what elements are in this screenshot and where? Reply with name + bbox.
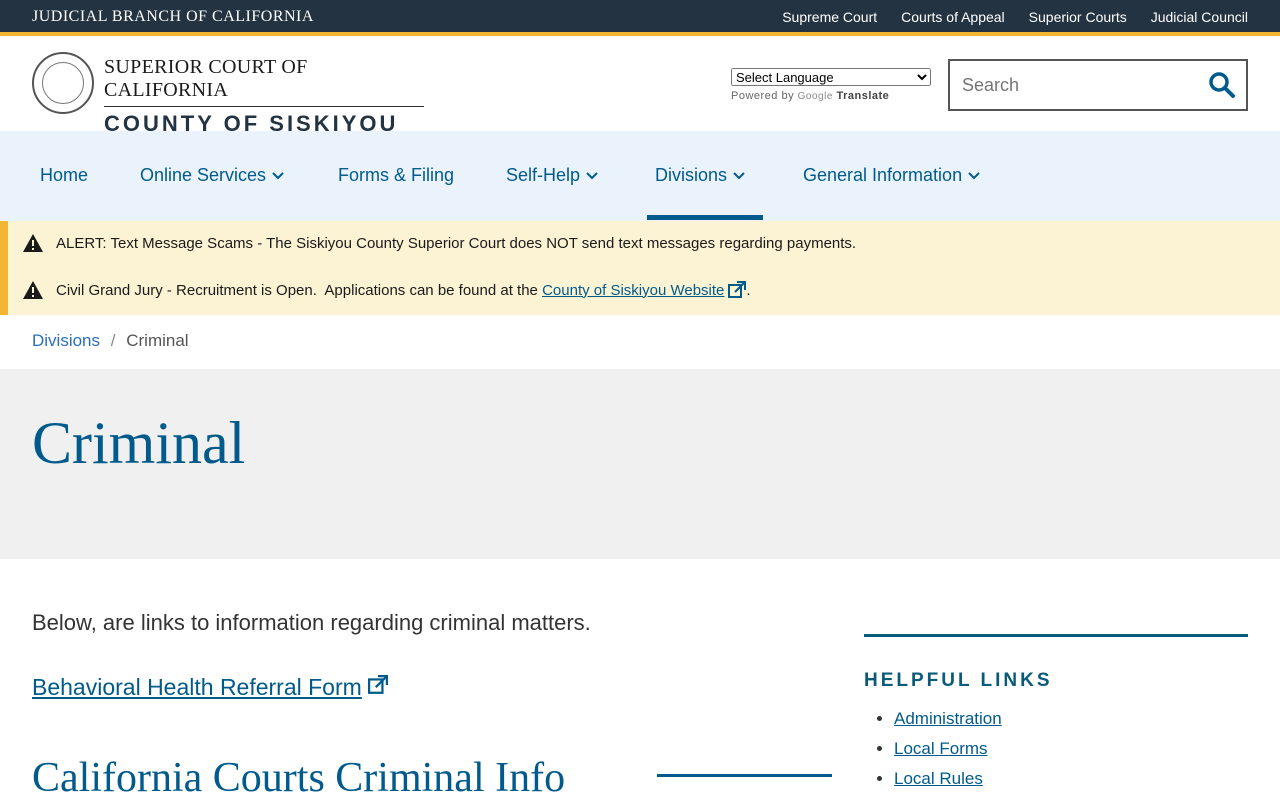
alert-text: Civil Grand Jury - Recruitment is Open. … [56,281,543,299]
link-administration[interactable]: Administration [894,709,1002,728]
external-link-icon [728,281,747,298]
breadcrumb: Divisions / Criminal [32,331,189,351]
nav-online-services-label: Online Services [140,165,267,185]
list-item: Local Rules [894,764,1248,794]
nav-online-services[interactable]: Online Services [140,165,284,186]
page-title: Criminal [32,410,246,476]
sidebar-rule [864,634,1248,637]
breadcrumb-separator: / [110,331,116,350]
top-link-judicial-council[interactable]: Judicial Council [1151,9,1248,25]
top-utility-nav: Supreme Court Courts of Appeal Superior … [782,9,1248,25]
site-name[interactable]: SUPERIOR COURT OF CALIFORNIA COUNTY OF S… [104,56,424,137]
behavioral-health-referral-link[interactable]: Behavioral Health Referral Form [32,674,362,700]
nav-home-label: Home [40,165,89,185]
translate-label: Translate [836,90,890,102]
chevron-down-icon [968,171,980,179]
site-header: SUPERIOR COURT OF CALIFORNIA COUNTY OF S… [0,40,1280,136]
nav-forms-filing-label: Forms & Filing [338,165,455,185]
chevron-down-icon [733,171,745,179]
search-icon[interactable] [1208,71,1236,99]
powered-by-label: Powered by [731,90,795,102]
helpful-links-list: Administration Local Forms Local Rules [864,704,1248,794]
court-seal-logo[interactable] [32,52,94,114]
search-box [948,59,1248,111]
alert-text: ALERT: Text Message Scams - The Siskiyou… [56,234,857,252]
google-logo: Google [797,91,833,102]
link-local-rules[interactable]: Local Rules [894,769,983,788]
site-name-line1: SUPERIOR COURT OF CALIFORNIA [104,56,424,107]
powered-by-google: Powered by Google Translate [731,90,931,102]
judicial-branch-brand[interactable]: JUDICIAL BRANCH OF CALIFORNIA [32,8,314,26]
page-hero: Criminal [0,369,1280,559]
search-input[interactable] [950,61,1214,109]
county-website-link[interactable]: County of Siskiyou Website [542,282,724,299]
section-heading: California Courts Criminal Info [32,755,566,801]
nav-divisions-label: Divisions [655,165,728,185]
top-utility-bar: JUDICIAL BRANCH OF CALIFORNIA Supreme Co… [0,0,1280,36]
language-select[interactable]: Select Language [731,68,931,86]
google-translate-widget: Select Language Powered by Google Transl… [731,68,931,102]
nav-general-information-label: General Information [803,165,963,185]
breadcrumb-current: Criminal [126,331,189,350]
intro-text: Below, are links to information regardin… [32,610,591,635]
chevron-down-icon [586,171,598,179]
main-navigation: Home Online Services Forms & Filing Self… [0,131,1280,221]
breadcrumb-divisions[interactable]: Divisions [32,331,100,350]
external-link-icon [368,675,389,694]
nav-general-information[interactable]: General Information [803,165,980,186]
nav-self-help[interactable]: Self-Help [506,165,598,186]
alert-item: Civil Grand Jury - Recruitment is Open. … [22,280,751,300]
top-link-supreme-court[interactable]: Supreme Court [782,9,877,25]
section-heading-rule [657,774,832,777]
chevron-down-icon [272,171,284,179]
warning-icon [23,281,43,299]
nav-forms-filing[interactable]: Forms & Filing [338,165,454,186]
top-link-courts-of-appeal[interactable]: Courts of Appeal [901,9,1005,25]
top-link-superior-courts[interactable]: Superior Courts [1029,9,1127,25]
alert-banner: ALERT: Text Message Scams - The Siskiyou… [0,221,1280,315]
alert-item: ALERT: Text Message Scams - The Siskiyou… [22,233,856,253]
helpful-links-sidebar: HELPFUL LINKS Administration Local Forms… [864,634,1248,794]
sidebar-heading: HELPFUL LINKS [864,670,1053,691]
warning-icon [23,234,43,252]
seal-emblem [42,62,84,104]
link-local-forms[interactable]: Local Forms [894,739,988,758]
list-item: Administration [894,704,1248,734]
behavioral-health-link-row: Behavioral Health Referral Form [32,674,389,701]
nav-self-help-label: Self-Help [506,165,581,185]
nav-home[interactable]: Home [40,165,88,186]
main-content: Below, are links to information regardin… [32,610,832,801]
alert-text-end: . [746,281,751,299]
nav-divisions[interactable]: Divisions [655,165,745,186]
nav-active-indicator [647,215,763,220]
list-item: Local Forms [894,734,1248,764]
